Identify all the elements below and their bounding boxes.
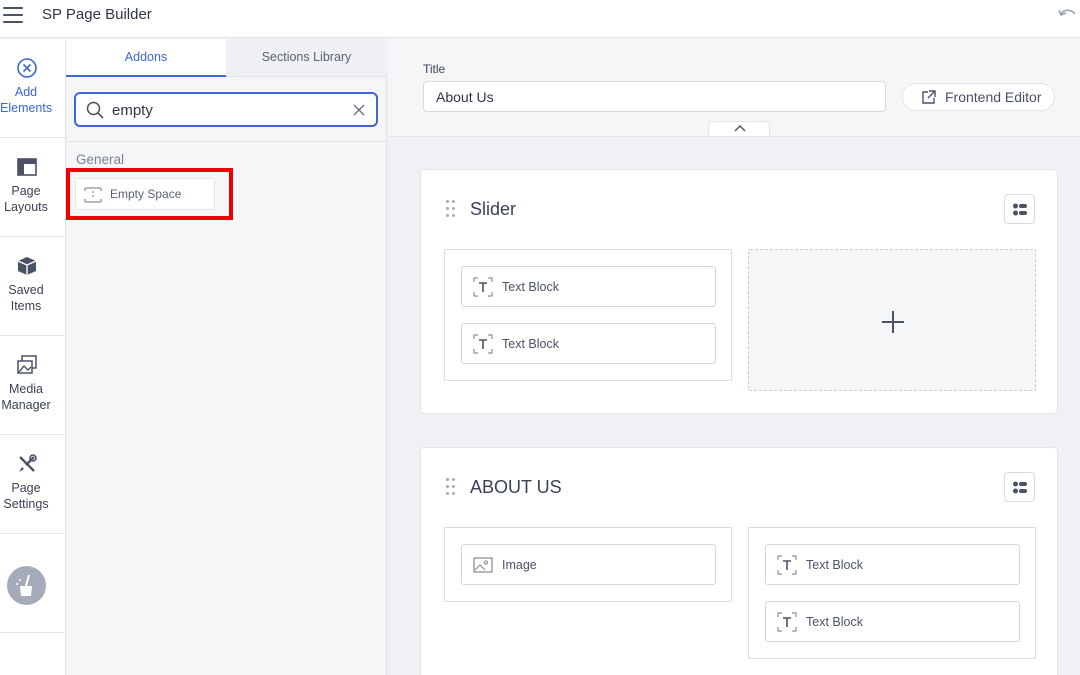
addon-block[interactable]: Text Block [765, 601, 1020, 642]
title-label: Title [423, 62, 446, 76]
page-title-input[interactable] [423, 81, 886, 112]
addon-block[interactable]: Text Block [461, 266, 716, 307]
tools-icon [16, 453, 38, 475]
chevron-up-icon [734, 125, 746, 132]
section-settings-button[interactable] [1004, 194, 1035, 224]
addon-label: Empty Space [110, 187, 182, 201]
tab-sections-library[interactable]: Sections Library [226, 39, 387, 77]
block-label: Text Block [806, 558, 863, 572]
image-icon [473, 555, 493, 575]
column: Image [444, 527, 732, 602]
rail-item-media-manager[interactable]: Media Manager [0, 336, 66, 435]
top-bar: SP Page Builder [0, 0, 1080, 38]
divider [66, 141, 386, 142]
section-title: ABOUT US [470, 477, 562, 497]
search-input[interactable] [112, 99, 342, 121]
broom-icon [16, 574, 32, 596]
text-block-icon [777, 612, 797, 632]
plus-icon[interactable] [880, 309, 906, 335]
rail-item-page-settings[interactable]: Page Settings [0, 435, 66, 534]
addon-search[interactable] [74, 92, 378, 127]
addon-block[interactable]: Text Block [461, 323, 716, 364]
addons-tabs: Addons Sections Library [66, 39, 387, 77]
rail-label: Media Manager [1, 382, 51, 412]
drag-handle[interactable] [445, 200, 457, 220]
frontend-editor-label: Frontend Editor [945, 89, 1042, 105]
addons-panel: Addons Sections Library General Empty Sp… [66, 39, 387, 675]
section-settings-button[interactable] [1004, 472, 1035, 502]
block-label: Image [502, 558, 537, 572]
text-block-icon [777, 555, 797, 575]
images-icon [16, 354, 38, 376]
text-block-icon [473, 277, 493, 297]
block-label: Text Block [806, 615, 863, 629]
hamburger-menu-icon[interactable] [3, 7, 25, 25]
block-label: Text Block [502, 280, 559, 294]
layout-icon [16, 156, 38, 178]
column: Text Block Text Block [748, 527, 1036, 659]
addon-group-label: General [76, 152, 125, 167]
external-link-icon [921, 90, 936, 105]
drag-handle[interactable] [445, 478, 457, 498]
rail-label: Page Layouts [4, 184, 48, 214]
addon-block[interactable]: Text Block [765, 544, 1020, 585]
undo-icon[interactable] [1057, 6, 1077, 22]
rail-label: Saved Items [8, 283, 44, 313]
addon-empty-space[interactable]: Empty Space [75, 178, 215, 210]
text-block-icon [473, 334, 493, 354]
search-icon [86, 101, 104, 119]
block-label: Text Block [502, 337, 559, 351]
rail-item-saved-items[interactable]: Saved Items [0, 237, 66, 336]
rail-label: Add Elements [0, 85, 53, 115]
box-icon [16, 255, 38, 277]
tab-addons[interactable]: Addons [66, 39, 226, 77]
collapse-toggle[interactable] [708, 121, 770, 136]
rail-item-page-layouts[interactable]: Page Layouts [0, 138, 66, 237]
main-canvas: Title Frontend Editor Slider Text Block [388, 39, 1080, 675]
addon-block[interactable]: Image [461, 544, 716, 585]
section-slider: Slider Text Block Text Block [420, 169, 1058, 414]
rail-item-add-elements[interactable]: Add Elements [0, 39, 66, 138]
add-circle-icon [16, 57, 38, 79]
section-title: Slider [470, 199, 517, 219]
avatar[interactable] [7, 566, 46, 605]
rail-label: Page Settings [3, 481, 49, 511]
title-bar: Title Frontend Editor [388, 39, 1080, 137]
left-rail: Add Elements Page Layouts Saved Items Me… [0, 39, 66, 675]
settings-toggle-icon [1013, 481, 1027, 494]
empty-column[interactable] [748, 249, 1036, 391]
app-title: SP Page Builder [42, 6, 152, 23]
frontend-editor-button[interactable]: Frontend Editor [902, 83, 1055, 111]
close-icon[interactable] [352, 103, 366, 117]
column: Text Block Text Block [444, 249, 732, 381]
settings-toggle-icon [1013, 203, 1027, 216]
section-about-us: ABOUT US Image Text Block Text Block [420, 447, 1058, 675]
empty-space-icon [84, 186, 102, 204]
